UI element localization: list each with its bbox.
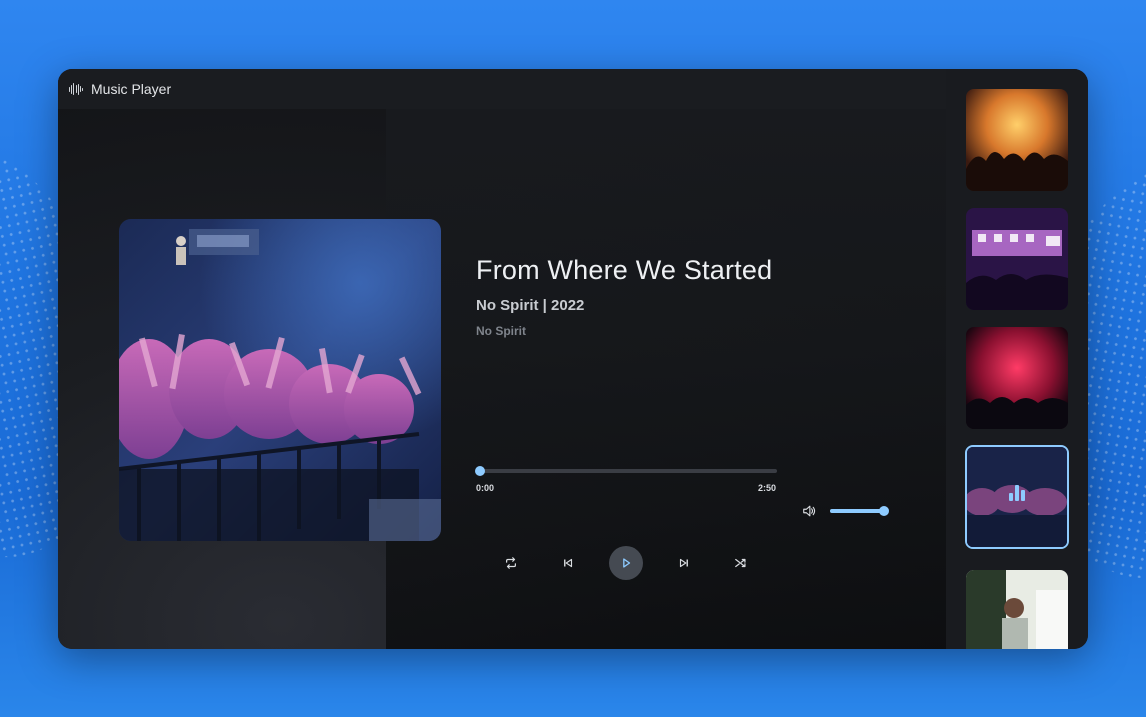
volume-icon[interactable] [802,504,816,518]
volume-handle[interactable] [879,506,889,516]
playlist-item[interactable] [966,208,1068,310]
now-playing-panel: From Where We Started No Spirit | 2022 N… [58,109,946,649]
music-player-window: Music Player From Where We Started No Sp… [58,69,1088,649]
song-artist: No Spirit [476,324,526,338]
playlist-item-active[interactable] [965,445,1069,549]
progress-handle[interactable] [475,466,485,476]
playlist-sidebar [946,69,1088,649]
playlist-item[interactable] [966,570,1068,649]
previous-button[interactable] [555,550,581,576]
album-art [119,219,441,541]
shuffle-icon [735,558,746,568]
song-subtitle: No Spirit | 2022 [476,297,585,314]
skip-previous-icon [564,558,573,568]
play-button[interactable] [609,546,643,580]
repeat-icon [506,557,516,569]
playlist-item[interactable] [966,327,1068,429]
app-title: Music Player [91,81,172,97]
title-bar: Music Player [58,69,946,109]
volume-slider[interactable] [830,506,889,516]
progress-bar[interactable] [475,466,777,476]
time-current: 0:00 [476,483,495,493]
time-total: 2:50 [758,483,777,493]
playlist-item[interactable] [966,89,1068,191]
skip-next-icon [679,558,688,568]
now-playing-equalizer-icon [1009,485,1025,501]
next-button[interactable] [671,550,697,576]
volume-fill [830,509,884,513]
waveform-icon [69,83,84,95]
shuffle-button[interactable] [728,550,754,576]
song-title: From Where We Started [476,255,773,285]
play-icon [623,558,631,568]
repeat-button[interactable] [498,550,524,576]
